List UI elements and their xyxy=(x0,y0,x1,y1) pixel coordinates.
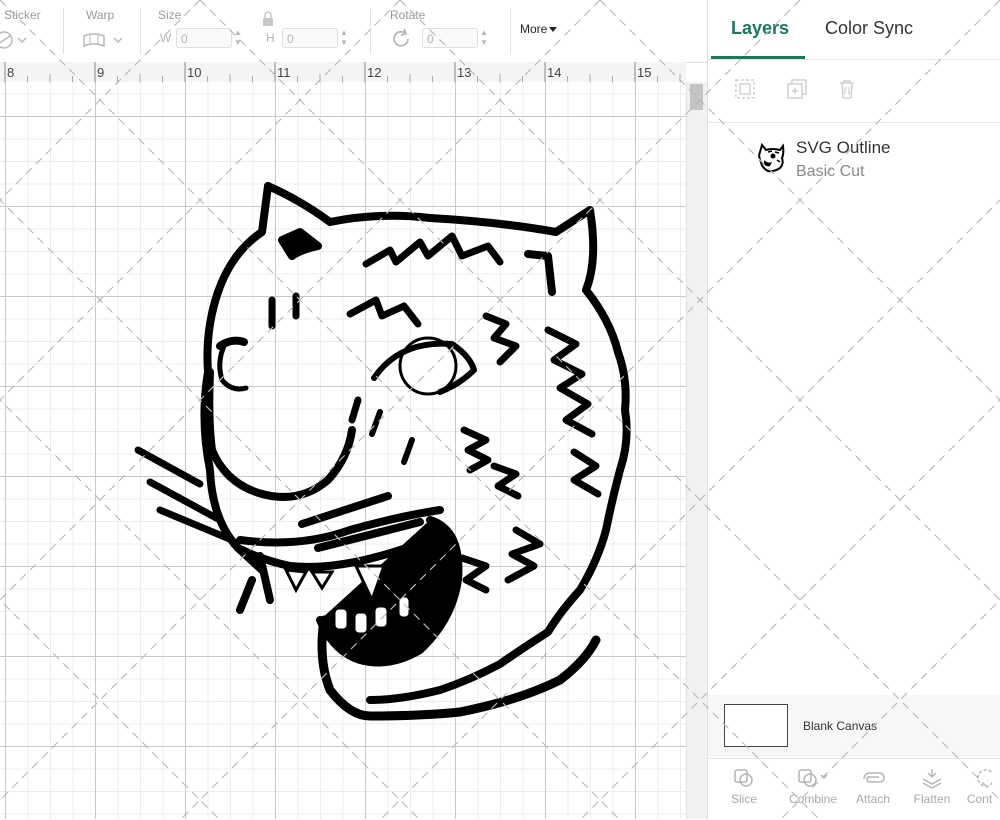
attach-button[interactable]: Attach xyxy=(843,767,903,806)
width-axis-label: W xyxy=(160,31,172,45)
rotate-label: Rotate xyxy=(390,8,426,22)
tab-layers[interactable]: Layers xyxy=(731,18,789,39)
duplicate-icon[interactable] xyxy=(786,78,808,100)
ruler-tick-label: 11 xyxy=(277,65,291,80)
tab-divider xyxy=(708,59,1000,60)
panel-tools-divider xyxy=(708,122,1000,123)
layer-actions-bar: Slice Combine Attach Flatten Cont xyxy=(708,758,1000,820)
sticker-group: Sticker xyxy=(0,0,62,62)
ruler-tick-label: 14 xyxy=(547,65,562,80)
warp-label: Warp xyxy=(86,8,115,22)
design-canvas[interactable] xyxy=(0,82,686,819)
size-group: Size W 0 ▲ ▼ H 0 ▲ ▼ xyxy=(150,0,360,62)
rotate-icon[interactable] xyxy=(390,28,414,50)
sticker-label: Sticker xyxy=(4,8,41,22)
contour-button[interactable]: Cont xyxy=(958,767,1000,806)
layers-panel: Layers Color Sync SVG Outline Basic Cut … xyxy=(707,0,1000,819)
width-stepper[interactable]: ▲ ▼ xyxy=(232,28,244,48)
flatten-label: Flatten xyxy=(913,792,951,806)
canvas-vertical-scrollbar[interactable] xyxy=(686,82,707,819)
rotate-input[interactable]: 0 xyxy=(422,28,478,48)
ruler-tick-label: 12 xyxy=(367,65,382,80)
toolbar-divider xyxy=(370,8,371,54)
blank-canvas-item[interactable]: Blank Canvas xyxy=(708,695,1000,757)
ruler-tick-label: 15 xyxy=(637,65,652,80)
width-input[interactable]: 0 xyxy=(176,28,232,48)
horizontal-ruler: 8 9 10 11 12 13 14 15 xyxy=(0,62,686,83)
slice-button[interactable]: Slice xyxy=(714,767,774,806)
height-input[interactable]: 0 xyxy=(282,28,338,48)
contour-icon xyxy=(976,769,992,787)
warp-group: Warp xyxy=(70,0,140,62)
rotate-group: Rotate 0 ▲ ▼ xyxy=(380,0,505,62)
size-label: Size xyxy=(158,8,182,22)
canvas-swatch[interactable] xyxy=(724,704,788,747)
group-icon[interactable] xyxy=(734,78,756,100)
rotate-stepper[interactable]: ▲ ▼ xyxy=(478,28,490,48)
layer-operation: Basic Cut xyxy=(796,163,865,180)
tab-color-sync[interactable]: Color Sync xyxy=(825,18,913,39)
scrollbar-thumb[interactable] xyxy=(690,84,703,110)
ruler-tick-label: 8 xyxy=(7,65,15,80)
lock-icon[interactable] xyxy=(260,10,276,28)
top-toolbar: Sticker Warp Size W 0 ▲▼ H 0 ▲▼ Rotate xyxy=(0,0,708,63)
more-button[interactable]: More xyxy=(520,22,558,36)
chevron-down-icon xyxy=(549,27,558,33)
combine-icon xyxy=(798,769,828,787)
flatten-icon xyxy=(922,769,942,789)
contour-label: Cont xyxy=(966,792,993,806)
slice-icon xyxy=(734,769,753,787)
tiger-head-artwork[interactable] xyxy=(0,82,686,819)
trash-icon[interactable] xyxy=(836,78,858,100)
ruler-tick-label: 9 xyxy=(97,65,105,80)
blank-canvas-label: Blank Canvas xyxy=(803,719,878,733)
toolbar-divider xyxy=(140,8,141,54)
warp-icon[interactable] xyxy=(82,30,132,50)
ruler-tick-label: 10 xyxy=(187,65,202,80)
flatten-button[interactable]: Flatten xyxy=(902,767,962,806)
toolbar-divider xyxy=(63,8,64,54)
combine-button[interactable]: Combine xyxy=(778,767,848,806)
layer-thumbnail-icon xyxy=(758,142,785,173)
slice-label: Slice xyxy=(730,792,757,806)
more-label: More xyxy=(520,22,548,36)
sticker-icon[interactable] xyxy=(0,30,34,50)
ruler-tick-label: 13 xyxy=(457,65,472,80)
attach-label: Attach xyxy=(855,792,891,806)
attach-icon xyxy=(863,772,885,783)
height-axis-label: H xyxy=(266,31,275,45)
height-stepper[interactable]: ▲ ▼ xyxy=(338,28,350,48)
toolbar-divider xyxy=(510,8,511,54)
layer-name: SVG Outline xyxy=(796,138,891,157)
layer-item[interactable]: SVG Outline Basic Cut xyxy=(708,130,1000,190)
combine-label: Combine xyxy=(788,792,838,806)
